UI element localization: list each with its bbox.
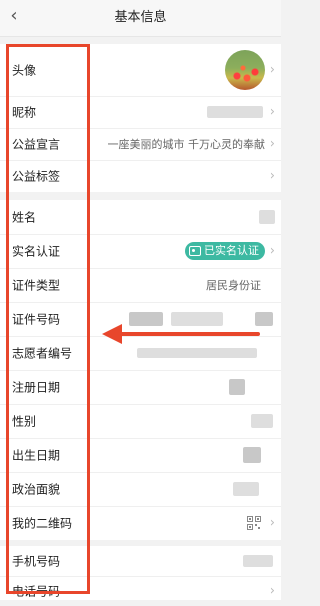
page-title: 基本信息 (114, 10, 167, 25)
mobile-masked-value (243, 555, 273, 567)
chevron-right-icon: › (269, 136, 275, 152)
political-status-masked-value (233, 482, 259, 496)
chevron-right-icon: › (269, 243, 275, 259)
chevron-right-icon: › (269, 168, 275, 184)
volunteer-number-masked-value (137, 348, 257, 358)
verified-badge: 已实名认证 (185, 242, 265, 260)
chevron-right-icon: › (269, 515, 275, 531)
chevron-right-icon: › (269, 104, 275, 120)
verified-badge-text: 已实名认证 (204, 244, 259, 257)
id-type-value: 居民身份证 (206, 279, 261, 292)
slogan-value: 一座美丽的城市 千万心灵的奉献 (107, 138, 266, 151)
name-masked-value (259, 210, 275, 224)
id-card-icon (189, 246, 201, 256)
qr-code-icon (247, 516, 261, 530)
annotation-arrow-icon (102, 324, 260, 344)
nav-bar: ‹ 基本信息 (0, 0, 281, 37)
annotation-highlight-box (6, 44, 90, 594)
nickname-masked-value (207, 106, 263, 118)
register-date-masked-value (229, 379, 245, 395)
birth-date-masked-value (243, 447, 261, 463)
gender-masked-value (251, 414, 273, 428)
avatar[interactable] (225, 50, 265, 90)
chevron-right-icon: › (269, 583, 275, 599)
chevron-right-icon: › (269, 62, 275, 78)
